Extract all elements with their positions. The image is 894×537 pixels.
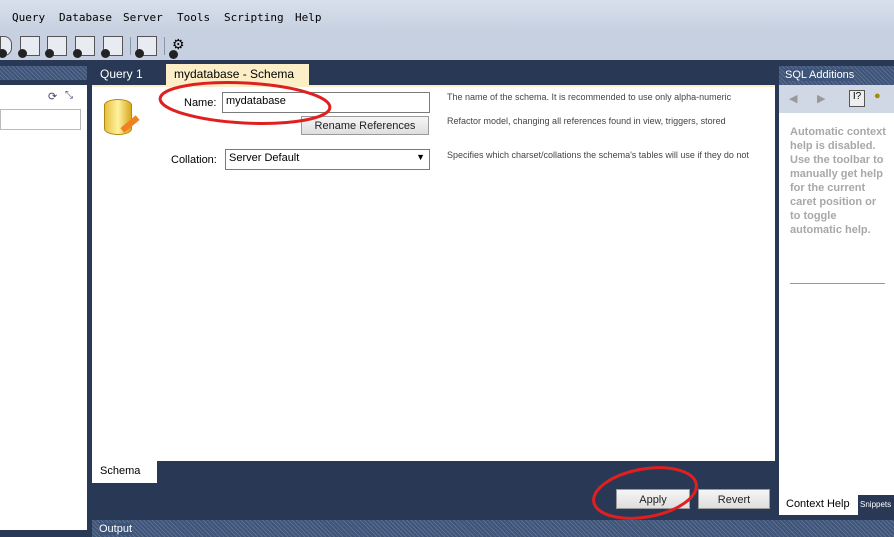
- tab-query-1[interactable]: Query 1: [92, 64, 151, 85]
- filter-input[interactable]: [0, 109, 81, 130]
- help-toolbar: ◀ ▶ I? ●: [779, 85, 894, 113]
- schema-editor: Name: mydatabase Rename References Colla…: [92, 85, 775, 461]
- tab-schema-bottom[interactable]: Schema: [92, 461, 157, 483]
- collapse-icon[interactable]: ⤡: [65, 90, 73, 101]
- divider: [790, 283, 885, 284]
- sql-additions-header: SQL Additions: [779, 66, 894, 85]
- name-hint: The name of the schema. It is recommende…: [447, 92, 732, 102]
- menu-server[interactable]: Server: [123, 11, 163, 24]
- tab-context-help[interactable]: Context Help: [779, 495, 858, 515]
- menu-database[interactable]: Database: [59, 11, 112, 24]
- navigator-panel: ⟳ ⤡: [0, 85, 87, 530]
- search-table-icon[interactable]: [135, 36, 157, 58]
- panel-title: SQL Additions: [785, 69, 855, 81]
- forward-icon[interactable]: ▶: [817, 92, 825, 105]
- separator: [130, 37, 131, 55]
- new-routine-icon[interactable]: [73, 36, 95, 58]
- left-panel-header: [0, 66, 87, 80]
- refresh-icon[interactable]: ⟳: [48, 90, 57, 103]
- database-icon[interactable]: [0, 36, 12, 58]
- left-footer: [28, 530, 88, 537]
- revert-button[interactable]: Revert: [698, 489, 770, 509]
- rename-hint: Refactor model, changing all references …: [447, 116, 726, 126]
- chevron-down-icon: ▼: [416, 152, 425, 162]
- back-icon[interactable]: ◀: [789, 92, 797, 105]
- menu-bar: Query Database Server Tools Scripting He…: [0, 0, 894, 32]
- help-text: Automatic context help is disabled. Use …: [790, 126, 886, 236]
- reconnect-icon[interactable]: ⚙: [169, 36, 192, 59]
- name-label: Name:: [184, 97, 217, 109]
- separator: [164, 37, 165, 55]
- new-view-icon[interactable]: [45, 36, 67, 58]
- new-table-icon[interactable]: [18, 36, 40, 58]
- tab-schema[interactable]: mydatabase - Schema ×: [166, 64, 309, 95]
- toolbar: ⚙: [0, 32, 894, 60]
- tab-snippets[interactable]: Snippets: [859, 495, 894, 515]
- name-input[interactable]: mydatabase: [222, 92, 430, 113]
- auto-help-icon[interactable]: ●: [874, 90, 881, 102]
- output-panel-header: Output: [92, 520, 894, 537]
- output-title: Output: [99, 523, 133, 535]
- new-function-icon[interactable]: [101, 36, 123, 58]
- rename-references-button[interactable]: Rename References: [301, 116, 429, 135]
- manual-help-icon[interactable]: I?: [849, 90, 865, 107]
- apply-button[interactable]: Apply: [616, 489, 690, 509]
- collation-label: Collation:: [171, 154, 217, 166]
- context-help-panel: Automatic context help is disabled. Use …: [779, 113, 894, 495]
- collation-value: Server Default: [229, 152, 300, 164]
- collation-select[interactable]: Server Default ▼: [225, 149, 430, 170]
- tab-label: mydatabase - Schema: [174, 67, 295, 81]
- menu-query[interactable]: Query: [12, 11, 45, 24]
- menu-tools[interactable]: Tools: [177, 11, 210, 24]
- menu-scripting[interactable]: Scripting: [224, 11, 284, 24]
- menu-help[interactable]: Help: [295, 11, 322, 24]
- collation-hint: Specifies which charset/collations the s…: [447, 150, 749, 160]
